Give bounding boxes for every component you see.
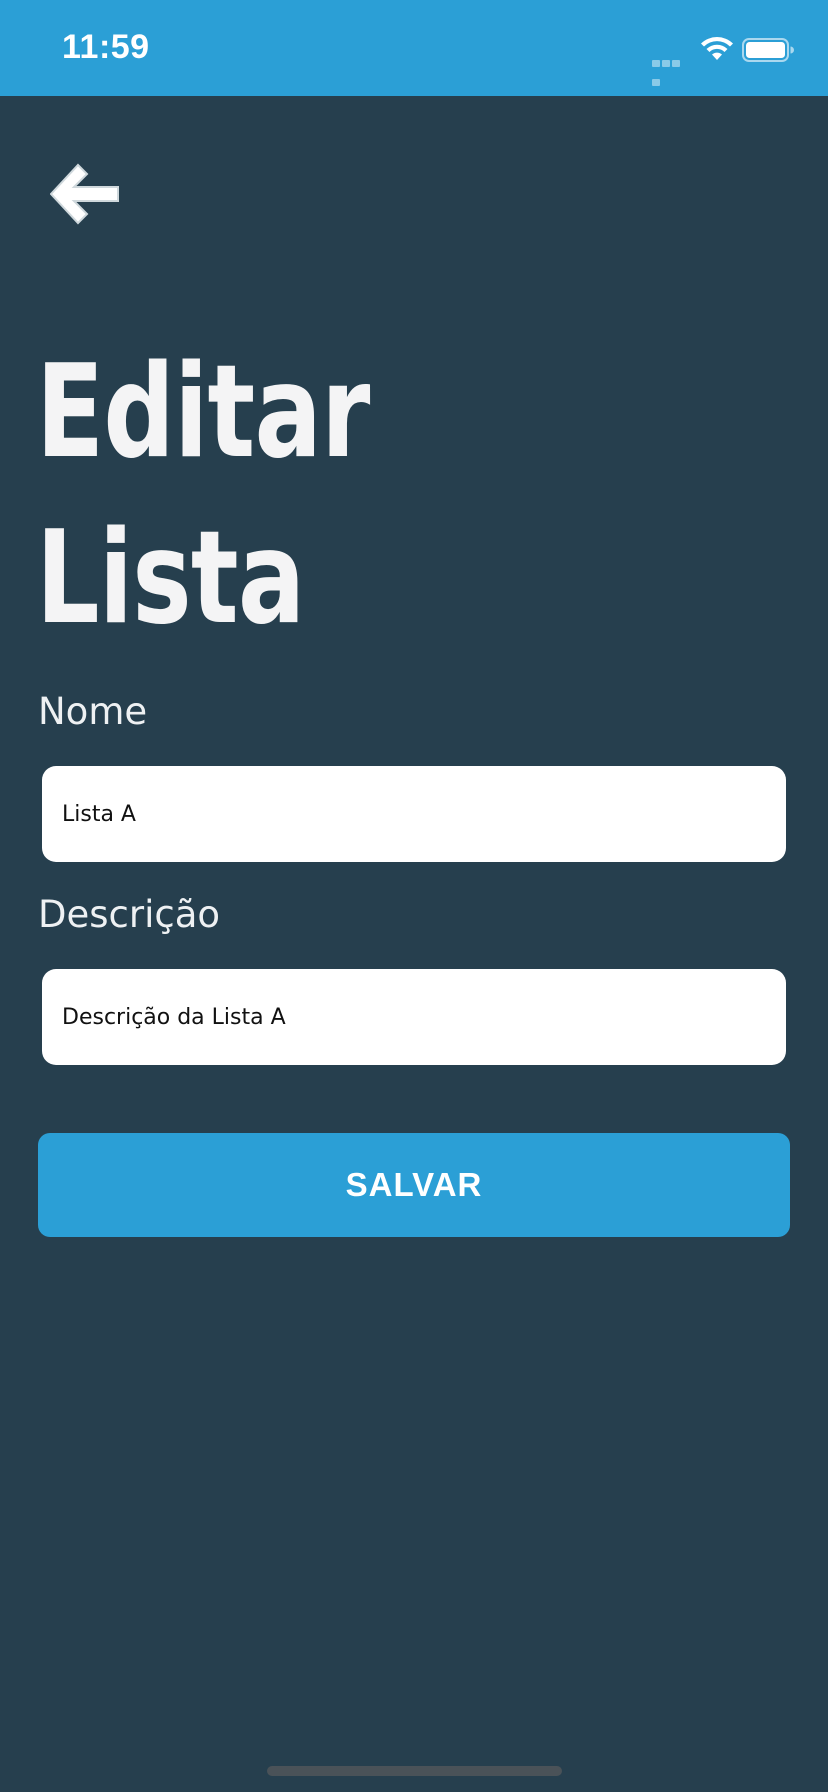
cellular-signal-icon — [652, 52, 690, 86]
wifi-icon — [701, 37, 733, 60]
nome-input[interactable] — [42, 766, 786, 862]
battery-icon — [742, 38, 794, 62]
page-title-line-1: Editar — [36, 338, 370, 487]
save-button[interactable]: SALVAR — [38, 1133, 790, 1237]
back-button[interactable] — [49, 158, 124, 232]
arrow-left-icon — [49, 163, 119, 225]
page-title: Editar Lista — [36, 330, 504, 662]
status-bar: 11:59 — [0, 0, 828, 96]
descricao-input[interactable] — [42, 969, 786, 1065]
nome-label: Nome — [38, 690, 148, 733]
home-indicator — [267, 1766, 562, 1776]
status-time: 11:59 — [62, 28, 150, 66]
page-title-line-2: Lista — [36, 504, 305, 653]
descricao-label: Descrição — [38, 893, 221, 936]
